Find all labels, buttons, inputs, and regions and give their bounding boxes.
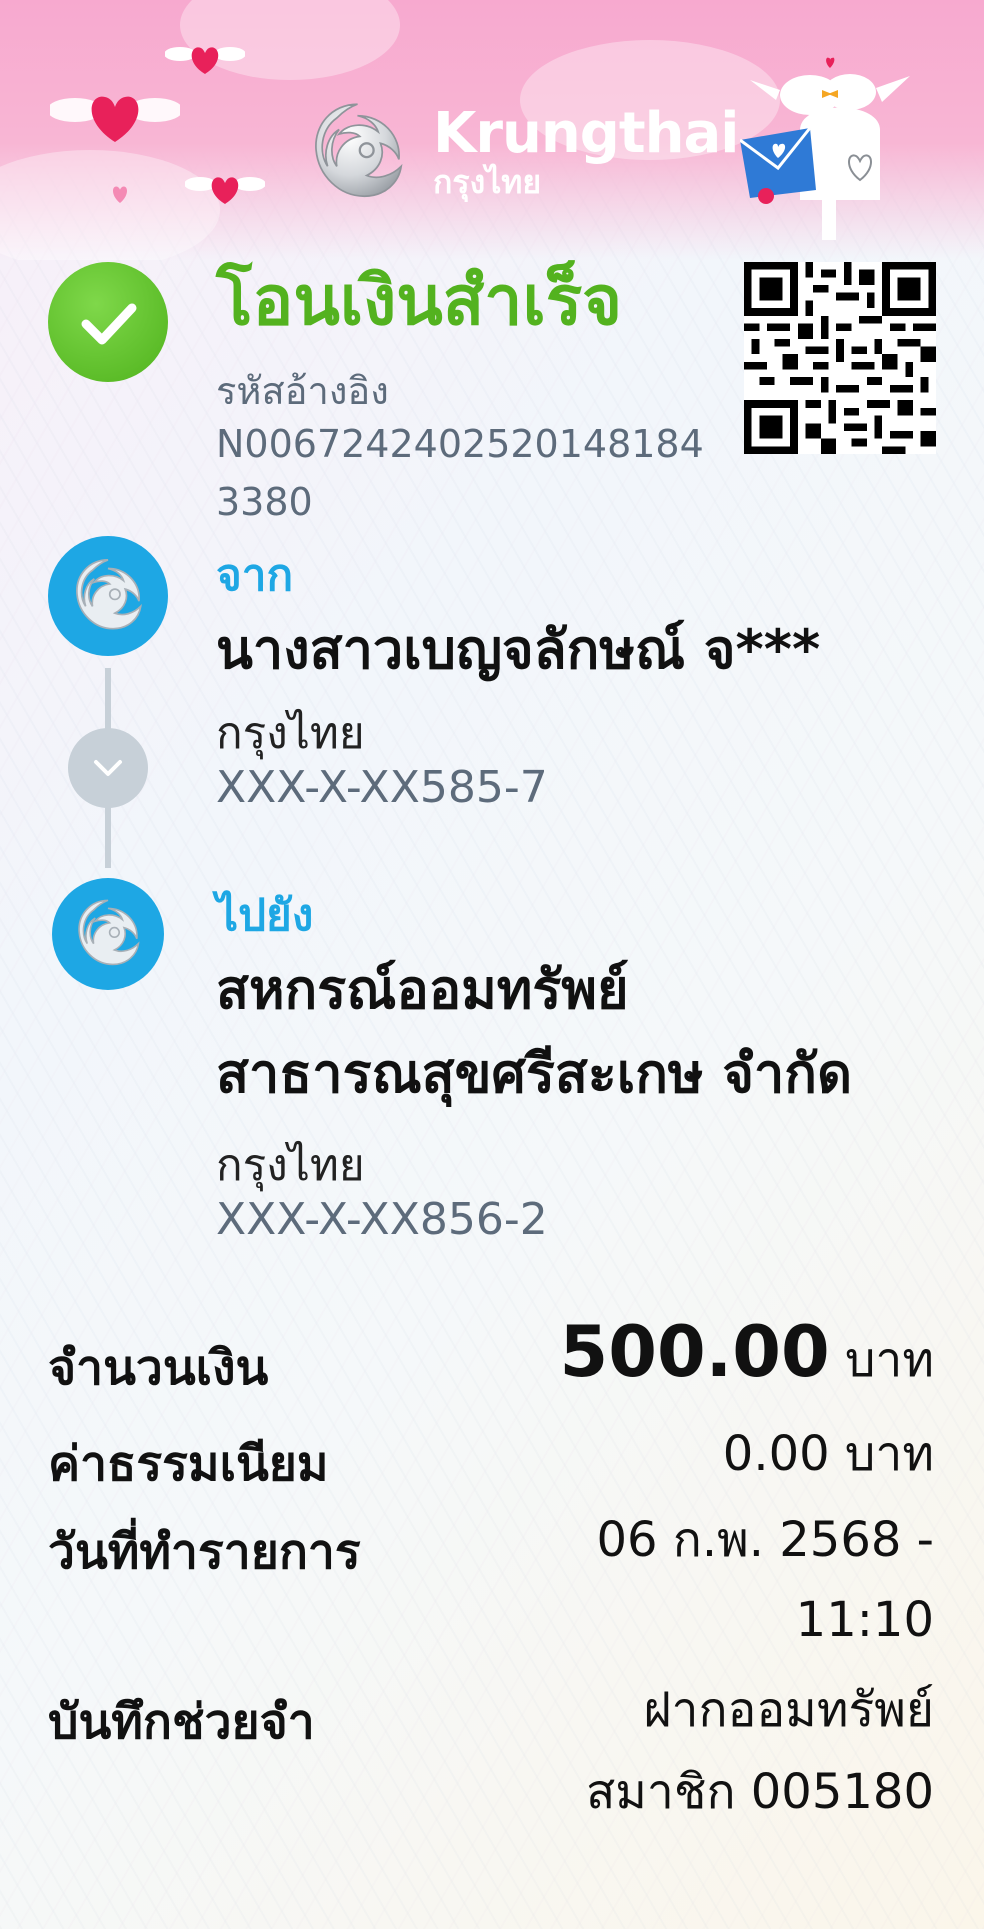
amount-value: 500.00 [559,1311,830,1393]
memo-line2: สมาชิก 005180 [585,1764,934,1820]
header-banner: Krungthai กรุงไทย [0,0,984,260]
krungthai-bird-icon [76,559,142,630]
krungthai-bird-icon [315,103,403,198]
from-label: จาก [216,550,294,601]
to-account-name-line1: สหกรณ์ออมทรัพย์ [216,958,629,1021]
from-bank-avatar [48,536,168,656]
to-account-name-line2: สาธารณสุขศรีสะเกษ จำกัด [216,1042,853,1105]
krungthai-logo: Krungthai กรุงไทย [300,95,739,210]
check-icon [81,303,137,345]
krungthai-bird-icon [78,899,140,966]
direction-indicator [68,728,148,808]
to-bank-avatar [52,878,164,990]
to-bank-name: กรุงไทย [216,1140,365,1191]
heart-icon [165,47,245,74]
amount-value-row: 500.00 บาท [560,1312,934,1400]
brand-name-th: กรุงไทย [433,162,542,201]
reference-label: รหัสอ้างอิง [216,369,389,413]
transfer-success-title: โอนเงินสำเร็จ [216,262,623,341]
memo-label: บันทึกช่วยจำ [48,1694,315,1750]
fee-value: 0.00 บาท [722,1426,934,1482]
memo-line1: ฝากออมทรัพย์ [643,1682,934,1738]
heart-icon [113,186,127,203]
from-account-number: XXX-X-XX585-7 [216,762,548,813]
qr-code[interactable] [744,262,936,454]
timeline-connector [105,668,111,730]
to-account-number: XXX-X-XX856-2 [216,1194,548,1245]
fee-label: ค่าธรรมเนียม [48,1436,329,1492]
amount-label: จำนวนเงิน [48,1340,269,1396]
from-account-name: นางสาวเบญจลักษณ์ จ*** [216,618,821,681]
chevron-down-icon [94,760,122,776]
amount-unit: บาท [844,1332,934,1388]
transaction-date-line1: 06 ก.พ. 2568 - [596,1512,934,1568]
dove-mailbox-illustration [740,57,910,240]
brand-name-en: Krungthai [433,100,739,166]
to-label: ไปยัง [216,890,314,941]
heart-icon [50,96,180,142]
heart-icon [185,177,265,204]
timeline-connector [105,806,111,868]
from-bank-name: กรุงไทย [216,708,365,759]
success-check-badge [48,262,168,382]
transaction-date-line2: 11:10 [795,1592,934,1648]
reference-number: N00672424025201481843380 [216,422,704,524]
transaction-date-label: วันที่ทำรายการ [48,1524,361,1580]
